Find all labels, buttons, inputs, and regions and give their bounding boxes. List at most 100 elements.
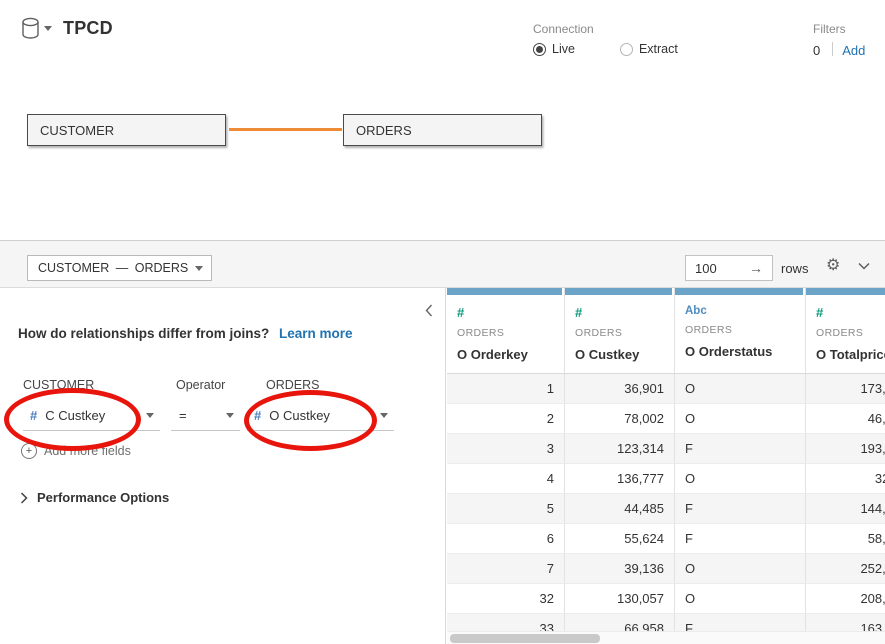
column-accent-strip: [447, 288, 562, 295]
learn-more-link[interactable]: Learn more: [279, 326, 353, 341]
filters-section: Filters 0 Add: [813, 22, 865, 58]
column-field-name: O Orderstatus: [685, 344, 805, 359]
cell-o-totalprice: 252,0: [806, 554, 885, 583]
filters-label: Filters: [813, 22, 865, 36]
add-more-fields-label: Add more fields: [44, 444, 131, 458]
cell-o-orderkey: 3: [447, 434, 565, 463]
radio-extract-circle-icon[interactable]: [620, 43, 633, 56]
logical-table-orders[interactable]: ORDERS: [343, 114, 542, 146]
cell-o-totalprice: 58,7: [806, 524, 885, 553]
collapse-preview-chevron-icon[interactable]: [858, 262, 870, 270]
plus-circle-icon: +: [21, 443, 37, 459]
column-field-name: O Orderkey: [457, 347, 564, 362]
cell-o-custkey: 123,314: [565, 434, 675, 463]
cell-o-custkey: 136,777: [565, 464, 675, 493]
relationship-connector-line[interactable]: [229, 128, 342, 131]
column-table-name: ORDERS: [816, 327, 885, 339]
table-row: 544,485F144,6: [447, 494, 885, 524]
cell-o-custkey: 36,901: [565, 374, 675, 403]
datasource-menu-button[interactable]: [20, 17, 52, 40]
number-field-icon: #: [254, 408, 261, 423]
column-table-name: ORDERS: [575, 327, 674, 339]
relationship-selector-dropdown[interactable]: CUSTOMER — ORDERS: [27, 255, 212, 281]
operator-column-label: Operator: [176, 378, 225, 392]
left-table-column-label: CUSTOMER: [23, 378, 94, 392]
radio-live[interactable]: Live: [533, 42, 575, 56]
cell-o-orderstatus: F: [675, 434, 806, 463]
cell-o-totalprice: 193,8: [806, 434, 885, 463]
data-preview-grid: #ORDERSO Orderkey#ORDERSO CustkeyAbcORDE…: [447, 288, 885, 644]
cell-o-custkey: 44,485: [565, 494, 675, 523]
performance-options-label: Performance Options: [37, 490, 169, 505]
tableau-datasource-page: TPCD Connection Live Extract Filters 0 A…: [0, 0, 885, 644]
logical-table-customer[interactable]: CUSTOMER: [27, 114, 226, 146]
column-header-o-orderstatus[interactable]: AbcORDERSO Orderstatus: [675, 288, 806, 373]
column-accent-strip: [806, 288, 885, 295]
row-count-box: →: [685, 255, 773, 281]
cell-o-totalprice: 32,: [806, 464, 885, 493]
row-count-input[interactable]: [686, 261, 747, 276]
table-row: 136,901O173,6: [447, 374, 885, 404]
column-header-o-orderkey[interactable]: #ORDERSO Orderkey: [447, 288, 565, 373]
table-row: 4136,777O32,: [447, 464, 885, 494]
cell-o-custkey: 78,002: [565, 404, 675, 433]
table-row: 739,136O252,0: [447, 554, 885, 584]
logical-table-orders-label: ORDERS: [356, 123, 412, 138]
number-type-icon: #: [575, 305, 674, 320]
operator-value: =: [179, 408, 226, 423]
cell-o-orderkey: 5: [447, 494, 565, 523]
top-bar: TPCD Connection Live Extract Filters 0 A…: [0, 0, 885, 56]
settings-gear-icon[interactable]: ⚙: [826, 258, 840, 274]
cell-o-orderkey: 7: [447, 554, 565, 583]
column-accent-strip: [565, 288, 672, 295]
rows-label: rows: [781, 261, 808, 276]
cell-o-orderstatus: O: [675, 584, 806, 613]
cell-o-totalprice: 208,6: [806, 584, 885, 613]
radio-live-label: Live: [552, 42, 575, 56]
cell-o-orderkey: 2: [447, 404, 565, 433]
cell-o-orderstatus: F: [675, 494, 806, 523]
cell-o-totalprice: 144,6: [806, 494, 885, 523]
grid-body: 136,901O173,6278,002O46,93123,314F193,84…: [447, 374, 885, 644]
database-icon: [20, 17, 41, 40]
horizontal-scrollbar-track[interactable]: [447, 631, 885, 644]
table-row: 3123,314F193,8: [447, 434, 885, 464]
string-type-icon: Abc: [685, 305, 805, 317]
operator-dropdown[interactable]: =: [171, 400, 240, 431]
cell-o-custkey: 39,136: [565, 554, 675, 583]
horizontal-scrollbar-thumb[interactable]: [450, 634, 600, 643]
cell-o-orderstatus: O: [675, 374, 806, 403]
collapse-panel-chevron-icon[interactable]: [425, 304, 433, 317]
cell-o-totalprice: 173,6: [806, 374, 885, 403]
right-table-column-label: ORDERS: [266, 378, 319, 392]
column-field-name: O Totalprice: [816, 347, 885, 362]
datasource-title: TPCD: [63, 18, 113, 39]
cell-o-custkey: 130,057: [565, 584, 675, 613]
radio-extract[interactable]: Extract: [620, 42, 678, 56]
column-table-name: ORDERS: [457, 327, 564, 339]
operator-caret-icon: [226, 413, 234, 418]
performance-options-toggle[interactable]: Performance Options: [20, 490, 169, 505]
column-header-o-totalprice[interactable]: #ORDERSO Totalprice: [806, 288, 885, 373]
right-field-caret-icon: [380, 413, 388, 418]
cell-o-totalprice: 46,9: [806, 404, 885, 433]
relationship-help-text: How do relationships differ from joins? …: [18, 326, 353, 341]
radio-live-circle-icon[interactable]: [533, 43, 546, 56]
add-more-fields-button[interactable]: + Add more fields: [21, 443, 131, 459]
left-field-dropdown[interactable]: # C Custkey: [23, 400, 160, 431]
column-header-o-custkey[interactable]: #ORDERSO Custkey: [565, 288, 675, 373]
chevron-right-icon: [20, 492, 28, 504]
cell-o-orderstatus: O: [675, 464, 806, 493]
right-field-dropdown[interactable]: # O Custkey: [247, 400, 394, 431]
datasource-menu-caret-icon: [44, 26, 52, 31]
table-row: 655,624F58,7: [447, 524, 885, 554]
apply-rows-arrow-icon[interactable]: →: [749, 260, 763, 276]
number-field-icon: #: [30, 408, 37, 423]
relationship-selector-caret-icon: [195, 266, 203, 271]
cell-o-orderstatus: F: [675, 524, 806, 553]
relationship-question-text: How do relationships differ from joins?: [18, 326, 269, 341]
left-field-caret-icon: [146, 413, 154, 418]
connection-section: Connection Live Extract: [533, 22, 678, 56]
table-row: 32130,057O208,6: [447, 584, 885, 614]
cell-o-orderkey: 6: [447, 524, 565, 553]
